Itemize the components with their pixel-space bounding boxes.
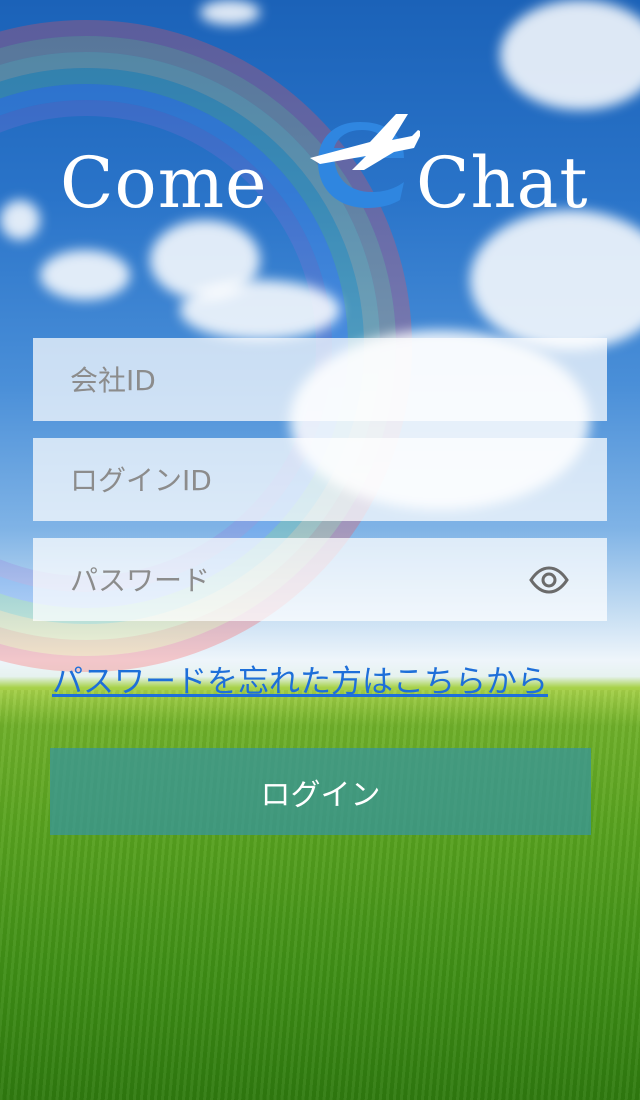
company-id-input[interactable]: [68, 338, 532, 423]
logo-text-chat: Chat: [416, 142, 589, 224]
forgot-password-link[interactable]: パスワードを忘れた方はこちらから: [52, 656, 592, 701]
company-id-field[interactable]: [33, 338, 607, 423]
app-logo: Come Chat: [60, 100, 600, 230]
password-field[interactable]: [33, 538, 607, 623]
eye-icon[interactable]: [529, 566, 569, 594]
login-id-input[interactable]: [68, 438, 532, 523]
password-input[interactable]: [68, 538, 532, 623]
logo-text-come: Come: [60, 142, 268, 224]
airplane-e-icon: [310, 114, 420, 208]
login-id-field[interactable]: [33, 438, 607, 523]
login-button[interactable]: ログイン: [50, 748, 591, 835]
